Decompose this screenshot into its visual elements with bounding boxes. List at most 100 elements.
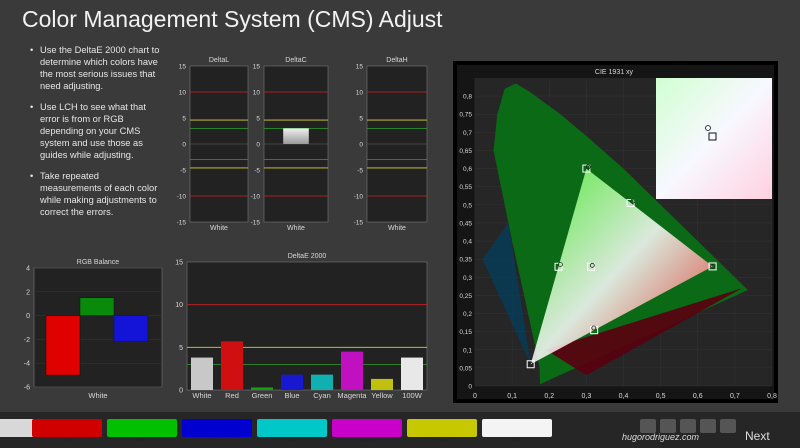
chart-title: RGB Balance — [77, 259, 120, 266]
brand-watermark: hugorodriguez.com — [622, 432, 700, 442]
y-tick-label: 0 — [468, 384, 472, 391]
y-tick-label: 5 — [182, 116, 186, 123]
y-tick-label: 10 — [179, 90, 187, 97]
swatch-color — [257, 419, 327, 437]
y-tick-label: -5 — [180, 168, 186, 175]
x-tick-label: Yellow — [371, 391, 393, 400]
bar — [221, 341, 243, 390]
swatch-color — [182, 419, 252, 437]
y-tick-label: 0,3 — [463, 275, 472, 282]
bar — [79, 297, 115, 316]
y-tick-label: -15 — [251, 220, 261, 227]
x-tick-label: Cyan — [313, 391, 331, 400]
y-tick-label: 0,45 — [459, 220, 472, 227]
bar — [401, 357, 423, 390]
y-tick-label: 0 — [256, 142, 260, 149]
chart-title: DeltaC — [285, 57, 306, 64]
y-tick-label: 0,15 — [459, 329, 472, 336]
y-tick-label: 0,25 — [459, 293, 472, 300]
x-tick-label: 100W — [402, 391, 423, 400]
x-tick-label: 0,5 — [656, 393, 666, 400]
x-tick-label: 0,7 — [730, 393, 740, 400]
settings-icon[interactable] — [700, 419, 716, 433]
chart-title: DeltaH — [386, 57, 407, 64]
record-icon[interactable] — [660, 419, 676, 433]
x-tick-label: Green — [252, 391, 273, 400]
y-tick-label: 0,55 — [459, 184, 472, 191]
x-tick-label: Red — [225, 391, 239, 400]
y-tick-label: 0,4 — [463, 239, 472, 246]
swatch-blue[interactable]: Blue — [180, 417, 254, 442]
swatch-label: Green — [136, 437, 148, 442]
swatch-100w[interactable]: 100W — [480, 417, 554, 442]
settings-icon-2[interactable] — [720, 419, 736, 433]
x-tick-label: 0,8 — [767, 393, 777, 400]
swatch-green[interactable]: Green — [105, 417, 179, 442]
y-tick-label: 0,2 — [463, 311, 472, 318]
play-icon[interactable] — [640, 419, 656, 433]
y-tick-label: -6 — [24, 385, 30, 392]
y-tick-label: 0,35 — [459, 257, 472, 264]
x-tick-label: White — [88, 391, 107, 400]
swatch-label: Magenta — [359, 437, 375, 442]
x-tick-label: 0,6 — [693, 393, 703, 400]
swatch-red[interactable]: Red — [30, 417, 104, 442]
swatch-label: Blue — [212, 437, 221, 442]
swatch-color — [407, 419, 477, 437]
x-tick-label: White — [287, 225, 305, 232]
y-tick-label: 5 — [359, 116, 363, 123]
swatch-magenta[interactable]: Magenta — [330, 417, 404, 442]
bar — [113, 315, 149, 343]
x-tick-label: Magenta — [337, 391, 367, 400]
y-tick-label: 2 — [26, 289, 30, 296]
x-tick-label: 0,4 — [619, 393, 629, 400]
y-tick-label: 0 — [179, 388, 183, 395]
y-tick-label: 10 — [175, 302, 183, 309]
swatch-label: Red — [63, 437, 71, 442]
y-tick-label: 15 — [179, 64, 187, 71]
x-tick-label: 0,3 — [582, 393, 592, 400]
bar — [371, 378, 393, 390]
x-tick-label: White — [192, 391, 211, 400]
swatch-color — [107, 419, 177, 437]
y-tick-label: 0 — [26, 313, 30, 320]
bar — [191, 357, 213, 390]
volume-icon[interactable] — [680, 419, 696, 433]
zoom-inset — [656, 78, 772, 199]
y-tick-label: 5 — [256, 116, 260, 123]
y-tick-label: 15 — [175, 260, 183, 267]
swatch-yellow[interactable]: Yellow — [405, 417, 479, 442]
next-button[interactable]: Next — [745, 429, 770, 443]
y-tick-label: 0,5 — [463, 202, 472, 209]
y-tick-label: 10 — [253, 90, 261, 97]
y-tick-label: -2 — [24, 337, 30, 344]
y-tick-label: -5 — [357, 168, 363, 175]
swatch-color — [32, 419, 102, 437]
bar — [283, 128, 309, 144]
y-tick-label: 0,8 — [463, 94, 472, 101]
y-tick-label: 0 — [359, 142, 363, 149]
y-tick-label: -10 — [354, 194, 364, 201]
y-tick-label: 0,05 — [459, 365, 472, 372]
bar — [45, 315, 81, 376]
y-tick-label: 10 — [356, 90, 364, 97]
y-tick-label: 0,65 — [459, 148, 472, 155]
y-tick-label: 0 — [182, 142, 186, 149]
swatch-cyan[interactable]: Cyan — [255, 417, 329, 442]
bar — [251, 387, 273, 390]
x-tick-label: White — [210, 225, 228, 232]
swatch-color — [332, 419, 402, 437]
chart-title: DeltaL — [209, 57, 229, 64]
bar — [311, 374, 333, 390]
y-tick-label: 4 — [26, 266, 30, 273]
swatch-label: Cyan — [287, 437, 297, 442]
bar — [341, 351, 363, 390]
y-tick-label: -15 — [354, 220, 364, 227]
y-tick-label: 5 — [179, 345, 183, 352]
chart-title: CIE 1931 xy — [595, 69, 634, 76]
y-tick-label: -5 — [254, 168, 260, 175]
swatch-label: 100W — [511, 437, 523, 442]
bar — [281, 374, 303, 390]
y-tick-label: 0,6 — [463, 166, 472, 173]
x-tick-label: 0 — [473, 393, 477, 400]
